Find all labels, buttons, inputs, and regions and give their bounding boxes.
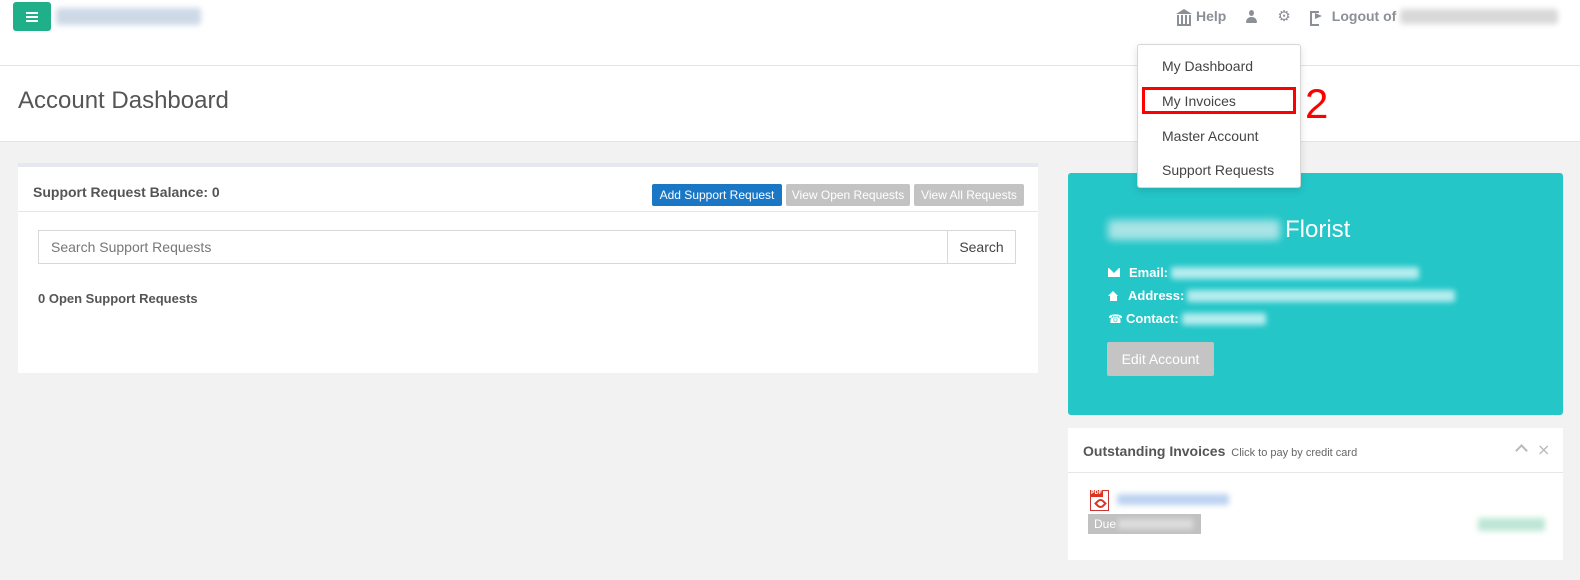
menu-icon-bar xyxy=(26,16,38,18)
close-icon[interactable]: × xyxy=(1537,442,1550,458)
user-icon[interactable] xyxy=(1246,9,1258,23)
help-label: Help xyxy=(1196,8,1227,24)
menu-icon-bar xyxy=(26,12,38,14)
email-label: Email: xyxy=(1129,265,1169,280)
address-value-redacted xyxy=(1187,289,1456,302)
view-open-requests-button[interactable]: View Open Requests xyxy=(786,184,910,206)
contact-value-redacted xyxy=(1181,312,1266,325)
menu-item-my-dashboard[interactable]: My Dashboard xyxy=(1162,58,1253,74)
open-requests-count: 0 Open Support Requests xyxy=(38,291,198,306)
due-date-badge: Due xyxy=(1088,514,1201,534)
page-header: Account Dashboard xyxy=(0,66,1580,142)
pdf-file-icon[interactable]: PDF xyxy=(1090,490,1109,511)
invoices-subtitle: Click to pay by credit card xyxy=(1231,447,1358,459)
email-value-redacted xyxy=(1171,266,1420,279)
menu-item-support-requests[interactable]: Support Requests xyxy=(1162,162,1274,178)
edit-account-button[interactable]: Edit Account xyxy=(1107,342,1214,376)
address-label: Address: xyxy=(1128,288,1185,303)
invoices-title-text: Outstanding Invoices xyxy=(1083,443,1226,459)
envelope-icon xyxy=(1108,268,1120,277)
invoices-panel-header: Outstanding Invoices Click to pay by cre… xyxy=(1068,428,1563,473)
annotation-step-number: 2 xyxy=(1305,80,1329,127)
search-button[interactable]: Search xyxy=(947,230,1016,264)
support-balance-title: Support Request Balance: 0 xyxy=(33,184,220,200)
logout-link[interactable]: Logout of xyxy=(1332,8,1397,24)
logout-account-name-redacted[interactable] xyxy=(1400,8,1559,24)
invoices-title: Outstanding Invoices Click to pay by cre… xyxy=(1083,443,1357,459)
address-row: Address: xyxy=(1108,288,1456,303)
pdf-acrobat-mark-icon xyxy=(1094,497,1107,510)
due-label: Due xyxy=(1094,517,1117,531)
support-requests-panel: Support Request Balance: 0 Add Support R… xyxy=(18,163,1038,373)
invoice-link-redacted[interactable] xyxy=(1117,494,1229,505)
view-all-requests-button[interactable]: View All Requests xyxy=(914,184,1024,206)
add-support-request-button[interactable]: Add Support Request xyxy=(652,184,782,206)
account-name-redacted xyxy=(1108,220,1280,240)
email-row: Email: xyxy=(1108,265,1420,280)
navbar-right: Help ⚙ Logout of xyxy=(1176,6,1559,26)
search-support-requests-input[interactable]: Search Support Requests xyxy=(38,230,948,264)
pdf-label: PDF xyxy=(1090,490,1103,497)
user-dropdown-menu: My Dashboard My Invoices Master Account … xyxy=(1137,44,1301,188)
menu-toggle-button[interactable] xyxy=(13,2,51,31)
menu-item-master-account[interactable]: Master Account xyxy=(1162,128,1259,144)
outstanding-invoices-panel: Outstanding Invoices Click to pay by cre… xyxy=(1068,428,1563,560)
logout-icon[interactable] xyxy=(1309,10,1323,26)
collapse-chevron-icon[interactable] xyxy=(1515,444,1528,457)
gear-icon[interactable]: ⚙ xyxy=(1277,8,1290,24)
annotation-highlight-box xyxy=(1142,87,1296,114)
due-date-redacted xyxy=(1118,519,1194,529)
invoice-amount-redacted xyxy=(1478,518,1545,531)
contact-label: Contact: xyxy=(1126,311,1179,326)
brand-name-redacted[interactable] xyxy=(56,8,201,25)
bank-icon xyxy=(1176,8,1192,26)
menu-icon-bar xyxy=(26,20,38,22)
contact-row: ☎ Contact: xyxy=(1108,311,1266,326)
top-navbar: Help ⚙ Logout of xyxy=(0,0,1580,66)
help-link[interactable]: Help xyxy=(1176,8,1227,26)
home-icon xyxy=(1108,290,1119,301)
account-info-card: Florist Email: Address: ☎ Contact: Edit … xyxy=(1068,173,1563,415)
phone-icon: ☎ xyxy=(1108,311,1123,326)
account-name-suffix: Florist xyxy=(1285,216,1351,243)
page-title: Account Dashboard xyxy=(18,87,229,114)
support-panel-header: Support Request Balance: 0 Add Support R… xyxy=(18,167,1038,212)
account-name: Florist xyxy=(1108,216,1350,244)
